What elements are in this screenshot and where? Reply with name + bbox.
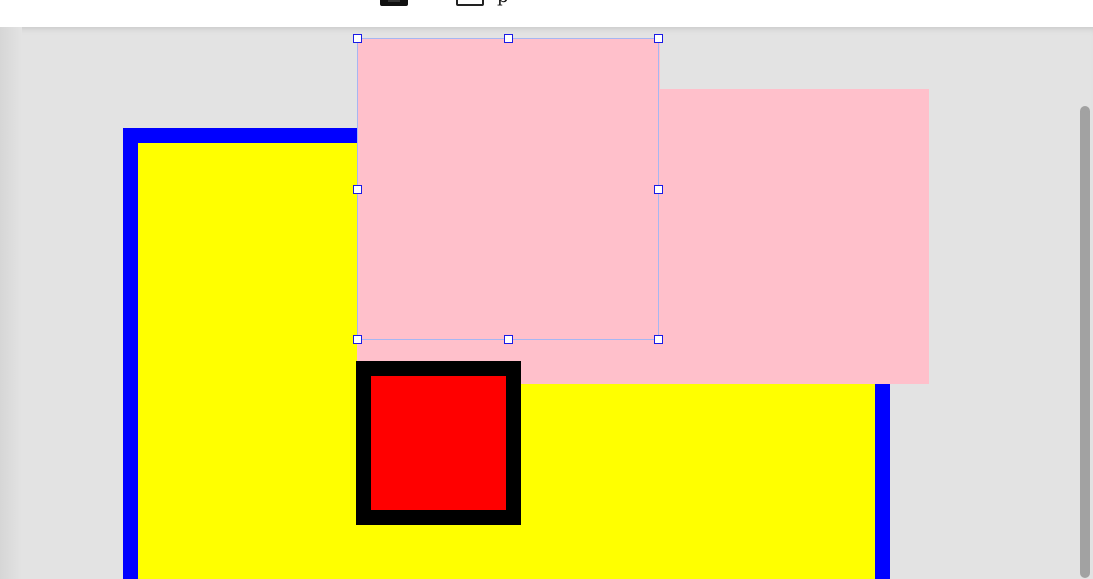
toolbar-mode-label[interactable]: p [497,0,509,6]
canvas-edge-shadow [0,27,22,579]
pink-square-selected[interactable] [357,38,660,341]
red-square[interactable] [356,361,521,525]
scrollbar-thumb[interactable] [1080,106,1090,578]
drawing-canvas[interactable] [0,27,1093,579]
outline-rectangle-icon[interactable] [456,0,484,6]
vertical-scrollbar[interactable] [1077,27,1093,579]
editor-page: p [0,0,1093,579]
filled-rectangle-icon[interactable] [380,0,408,6]
toolbar: p [0,0,1093,27]
